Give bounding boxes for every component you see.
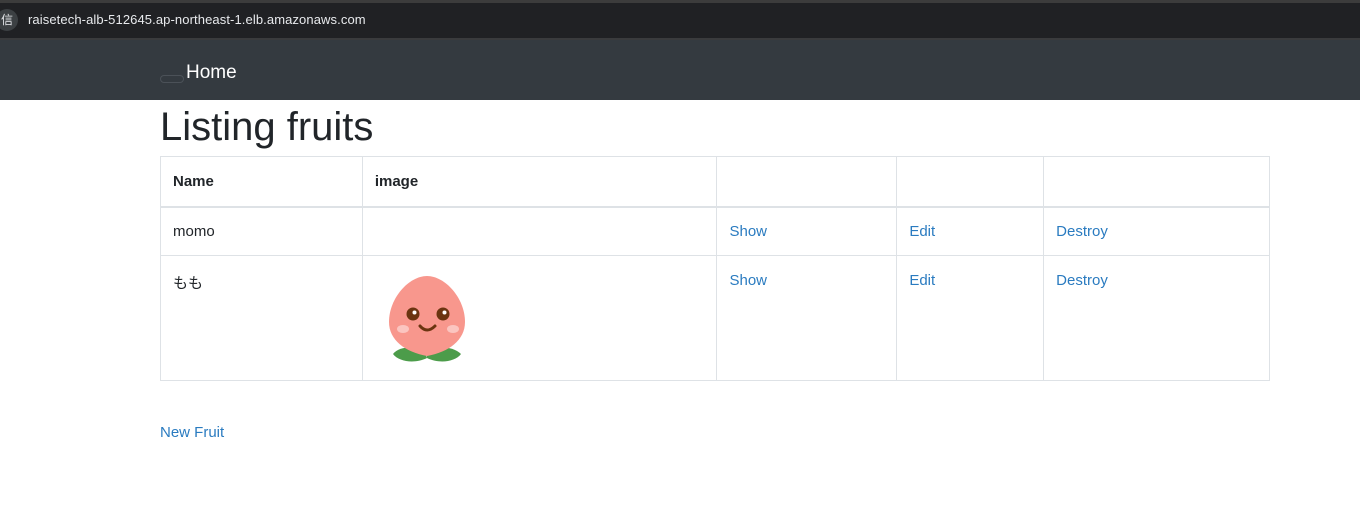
fruit-name-cell: momo: [160, 206, 363, 256]
fruit-image-cell: [361, 206, 718, 256]
show-link[interactable]: Show: [729, 223, 767, 240]
show-cell: Show: [716, 255, 898, 381]
edit-link[interactable]: Edit: [909, 272, 935, 289]
show-link[interactable]: Show: [729, 272, 767, 289]
navbar-toggler-button[interactable]: [160, 75, 184, 83]
destroy-link[interactable]: Destroy: [1056, 223, 1108, 240]
column-header-edit: [896, 156, 1045, 208]
site-info-icon[interactable]: 信: [0, 9, 18, 31]
navbar-brand-home-link[interactable]: Home: [186, 62, 237, 84]
navbar: Home: [0, 40, 1360, 100]
fruits-table: Name image momo Show Edit Destroy もも Sho…: [160, 156, 1270, 381]
new-fruit-link[interactable]: New Fruit: [160, 424, 224, 441]
show-cell: Show: [716, 206, 898, 256]
destroy-cell: Destroy: [1043, 206, 1270, 256]
address-url[interactable]: raisetech-alb-512645.ap-northeast-1.elb.…: [28, 12, 366, 27]
table-row: もも Show Edit Destroy: [160, 255, 1270, 381]
edit-cell: Edit: [896, 255, 1045, 381]
peach-icon: [388, 276, 465, 362]
table-header-row: Name image: [160, 156, 1270, 208]
edit-cell: Edit: [896, 206, 1045, 256]
column-header-name: Name: [160, 156, 363, 208]
column-header-image: image: [361, 156, 718, 208]
table-row: momo Show Edit Destroy: [160, 206, 1270, 256]
fruit-image-cell: [361, 255, 718, 381]
destroy-link[interactable]: Destroy: [1056, 272, 1108, 289]
fruit-name-cell: もも: [160, 255, 363, 381]
browser-address-bar: 信 raisetech-alb-512645.ap-northeast-1.el…: [0, 0, 1360, 40]
column-header-show: [716, 156, 898, 208]
column-header-destroy: [1043, 156, 1270, 208]
page-title: Listing fruits: [160, 105, 374, 149]
destroy-cell: Destroy: [1043, 255, 1270, 381]
edit-link[interactable]: Edit: [909, 223, 935, 240]
